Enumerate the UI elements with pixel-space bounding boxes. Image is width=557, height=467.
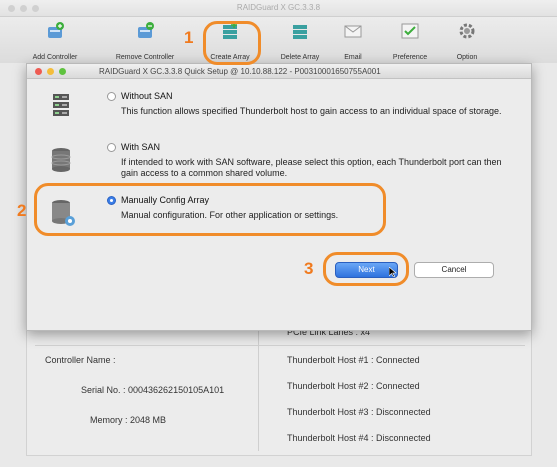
info-column-divider (258, 315, 259, 451)
controller-name: Controller Name : (45, 355, 116, 365)
info-divider (35, 345, 525, 346)
remove-controller-label: Remove Controller (115, 54, 175, 61)
memory-size: Memory : 2048 MB (90, 415, 167, 425)
add-controller-button[interactable]: Add Controller (23, 17, 87, 63)
dialog-minimize-icon[interactable] (47, 68, 54, 75)
toolbar: Add Controller Remove Controller Create … (0, 17, 557, 63)
step2-highlight (34, 183, 386, 236)
step3-number: 3 (304, 259, 314, 278)
remove-controller-icon (138, 22, 154, 38)
gear-icon (459, 23, 475, 39)
preference-button[interactable]: Preference (378, 17, 442, 63)
thunderbolt-host-1: Thunderbolt Host #1 : Connected (287, 355, 420, 365)
thunderbolt-host-2: Thunderbolt Host #2 : Connected (287, 381, 420, 391)
step1-highlight (203, 21, 261, 65)
with-san-description: If intended to work with SAN software, p… (121, 157, 502, 178)
email-label: Email (344, 54, 362, 61)
database-storage-icon (51, 148, 71, 172)
email-button[interactable]: Email (321, 17, 385, 63)
add-controller-label: Add Controller (32, 54, 78, 61)
server-storage-icon (53, 94, 69, 116)
without-san-label: Without SAN (121, 91, 173, 101)
thunderbolt-host-4: Thunderbolt Host #4 : Disconnected (287, 433, 431, 443)
step2-number: 2 (17, 201, 27, 220)
add-controller-icon (48, 22, 64, 38)
window-titlebar: RAIDGuard X GC.3.3.8 (0, 0, 557, 17)
radio-without-san[interactable] (107, 92, 116, 101)
cancel-button[interactable]: Cancel (414, 262, 494, 278)
thunderbolt-host-3: Thunderbolt Host #3 : Disconnected (287, 407, 431, 417)
step3-highlight (323, 252, 409, 286)
window-title: RAIDGuard X GC.3.3.8 (236, 3, 321, 12)
step1-number: 1 (184, 28, 194, 47)
delete-array-icon (293, 25, 307, 39)
radio-with-san[interactable] (107, 143, 116, 152)
app-window: RAIDGuard X GC.3.3.8 Add Controller Remo… (0, 0, 557, 467)
option-button[interactable]: Option (435, 17, 499, 63)
dialog-zoom-icon[interactable] (59, 68, 66, 75)
with-san-label: With SAN (121, 142, 161, 152)
option-label: Option (456, 54, 478, 61)
remove-controller-button[interactable]: Remove Controller (113, 17, 177, 63)
without-san-description: This function allows specified Thunderbo… (121, 106, 502, 116)
preference-icon (401, 23, 419, 39)
serial-number: Serial No. : 000436262150105A101 (81, 385, 225, 395)
dialog-title: RAIDGuard X GC.3.3.8 Quick Setup @ 10.10… (99, 67, 381, 76)
dialog-close-icon[interactable] (35, 68, 42, 75)
dialog-titlebar: RAIDGuard X GC.3.3.8 Quick Setup @ 10.10… (27, 64, 531, 79)
email-icon (344, 25, 362, 38)
preference-label: Preference (392, 54, 428, 61)
